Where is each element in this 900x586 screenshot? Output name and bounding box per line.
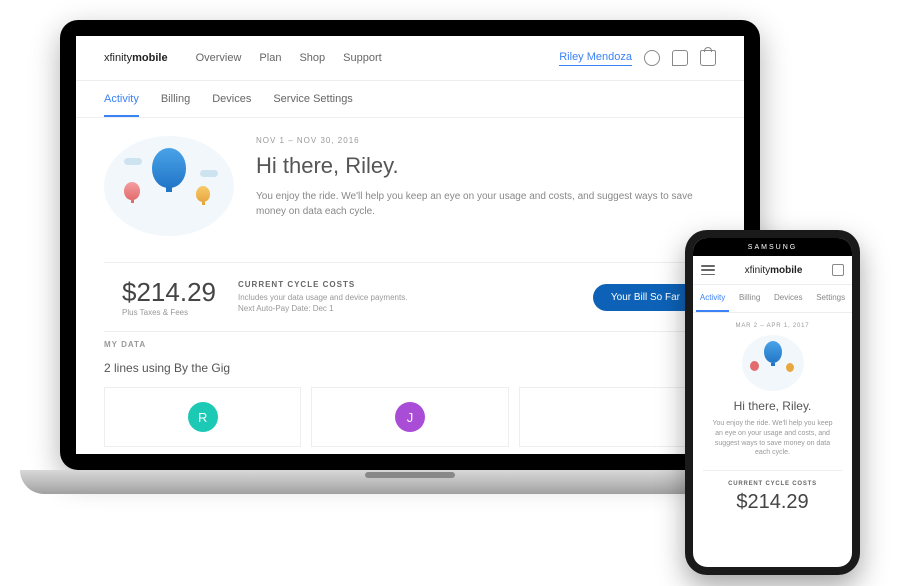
cost-summary-row: $214.29 Plus Taxes & Fees CURRENT CYCLE … — [104, 262, 716, 332]
hero-illustration — [104, 136, 234, 236]
nav-plan[interactable]: Plan — [259, 52, 281, 64]
greeting-subtext: You enjoy the ride. We'll help you keep … — [256, 189, 716, 219]
primary-nav: Overview Plan Shop Support — [196, 52, 382, 64]
mobile-header: xfinitymobile — [693, 256, 852, 285]
avatar: J — [395, 402, 425, 432]
tab-billing[interactable]: Billing — [735, 285, 764, 312]
greeting: Hi there, Riley. — [256, 153, 716, 179]
section-tabs: Activity Billing Devices Service Setting… — [76, 81, 744, 118]
top-header: xfinitymobile Overview Plan Shop Support… — [76, 36, 744, 81]
avatar: R — [188, 402, 218, 432]
search-icon[interactable] — [644, 50, 660, 66]
hero-text: NOV 1 – NOV 30, 2016 Hi there, Riley. Yo… — [256, 136, 716, 236]
cycle-amount: $214.29 — [703, 491, 842, 514]
mobile-tabs: Activity Billing Devices Settings — [693, 285, 852, 313]
hero-section: NOV 1 – NOV 30, 2016 Hi there, Riley. Yo… — [76, 118, 744, 254]
header-right: Riley Mendoza — [559, 50, 716, 66]
laptop-base — [20, 470, 800, 494]
cost-title: CURRENT CYCLE COSTS — [703, 481, 842, 487]
mobile-app: SAMSUNG xfinitymobile Activity Billing D… — [693, 238, 852, 567]
greeting: Hi there, Riley. — [703, 399, 842, 413]
cost-detail-line: Next Auto-Pay Date: Dec 1 — [238, 303, 571, 314]
mobile-body: MAR 2 – APR 1, 2017 Hi there, Riley. You… — [693, 313, 852, 524]
phone-brand-bar: SAMSUNG — [693, 238, 852, 256]
brand-logo: xfinitymobile — [104, 52, 168, 64]
balloon-icon — [152, 148, 186, 192]
my-data-header: MY DATA — [104, 340, 716, 349]
laptop-bezel: xfinitymobile Overview Plan Shop Support… — [60, 20, 760, 470]
tab-devices[interactable]: Devices — [212, 93, 251, 117]
cart-icon[interactable] — [832, 264, 844, 276]
menu-icon[interactable] — [701, 265, 715, 275]
lines-row: R J — [104, 387, 716, 447]
tab-service-settings[interactable]: Service Settings — [273, 93, 352, 117]
cycle-amount: $214.29 — [122, 277, 216, 308]
greeting-subtext: You enjoy the ride. We'll help you keep … — [703, 419, 842, 458]
cost-title: CURRENT CYCLE COSTS — [238, 280, 571, 289]
lines-title: 2 lines using By the Gig — [104, 361, 716, 375]
cart-icon[interactable] — [700, 50, 716, 66]
laptop-mockup: xfinitymobile Overview Plan Shop Support… — [60, 20, 760, 520]
cost-detail-line: Includes your data usage and device paym… — [238, 292, 571, 303]
cost-amount-block: $214.29 Plus Taxes & Fees — [122, 277, 216, 317]
chat-icon[interactable] — [672, 50, 688, 66]
tab-settings[interactable]: Settings — [812, 285, 849, 312]
brand-logo: xfinitymobile — [745, 265, 803, 276]
user-menu[interactable]: Riley Mendoza — [559, 51, 632, 66]
cost-details: CURRENT CYCLE COSTS Includes your data u… — [238, 280, 571, 314]
tab-billing[interactable]: Billing — [161, 93, 190, 117]
balloon-icon — [196, 186, 210, 205]
cloud-icon — [200, 170, 218, 177]
your-bill-button[interactable]: Your Bill So Far — [593, 284, 698, 311]
balloon-icon — [124, 182, 140, 203]
nav-support[interactable]: Support — [343, 52, 382, 64]
cycle-date-range: NOV 1 – NOV 30, 2016 — [256, 136, 716, 145]
cloud-icon — [124, 158, 142, 165]
phone-mockup: SAMSUNG xfinitymobile Activity Billing D… — [685, 230, 860, 575]
tab-activity[interactable]: Activity — [104, 93, 139, 117]
line-card[interactable]: J — [311, 387, 508, 447]
line-card[interactable]: R — [104, 387, 301, 447]
tax-note: Plus Taxes & Fees — [122, 308, 216, 317]
tab-devices[interactable]: Devices — [770, 285, 806, 312]
balloon-icon — [750, 361, 759, 371]
my-data-section: MY DATA 2 lines using By the Gig R J — [104, 340, 716, 447]
balloon-icon — [764, 341, 782, 366]
nav-overview[interactable]: Overview — [196, 52, 242, 64]
hero-illustration — [742, 335, 804, 391]
desktop-app: xfinitymobile Overview Plan Shop Support… — [76, 36, 744, 454]
nav-shop[interactable]: Shop — [299, 52, 325, 64]
tab-activity[interactable]: Activity — [696, 285, 729, 312]
balloon-icon — [786, 363, 794, 372]
cycle-date-range: MAR 2 – APR 1, 2017 — [703, 323, 842, 329]
mobile-cost-block: CURRENT CYCLE COSTS $214.29 — [703, 470, 842, 514]
